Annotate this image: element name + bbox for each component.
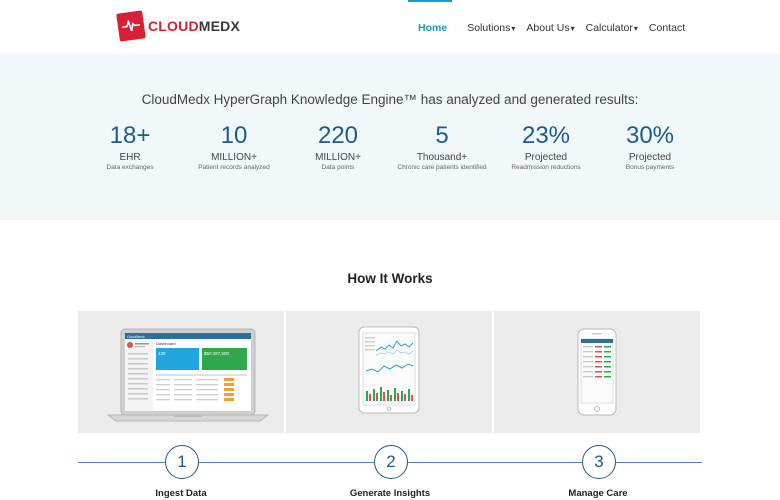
logo-text-dark: MEDX [198, 18, 241, 34]
stat-value: 30% [625, 122, 675, 149]
stat-ehr: 18+ EHR Data exchanges [75, 122, 185, 171]
stat-chronic-care: 5 Thousand+ Chronic care patients identi… [387, 122, 497, 171]
stat-unit: MILLION+ [211, 152, 257, 163]
tablet-charts-image [358, 326, 420, 414]
cloudmedx-logo[interactable]: CLOUDMEDX [116, 10, 240, 42]
nav-home-label: Home [418, 22, 448, 34]
stat-unit: MILLION+ [315, 152, 361, 163]
stat-caption: Chronic care patients identified [397, 164, 487, 171]
chevron-down-icon: ▾ [633, 23, 638, 33]
panel-generate-insights [286, 311, 492, 433]
stat-unit: Projected [628, 152, 672, 163]
mock-tile-2-value: $50 287,500 [204, 351, 230, 356]
nav-home[interactable]: Home [418, 22, 447, 34]
stat-data-points: 220 MILLION+ Data points [283, 122, 393, 171]
chevron-down-icon: ▾ [570, 23, 575, 33]
main-nav: Home Solutions ▾ About Us ▾ Calculator ▾ Co… [418, 22, 699, 34]
stat-value: 18+ [109, 122, 151, 149]
stat-caption: Data points [321, 164, 355, 171]
how-it-works-title: How It Works [347, 271, 433, 286]
results-title: CloudMedx HyperGraph Knowledge Engine™ h… [141, 92, 639, 107]
nav-about-us[interactable]: About Us ▾ [526, 22, 574, 34]
chevron-down-icon: ▾ [511, 23, 516, 33]
stat-unit: Projected [524, 152, 568, 163]
stat-caption: Bonus payments [625, 164, 675, 171]
step-1-label: Ingest Data [155, 488, 207, 499]
stat-unit: EHR [119, 152, 141, 163]
nav-solutions[interactable]: Solutions ▾ [467, 22, 515, 34]
step-1-circle: 1 [165, 445, 199, 479]
svg-text:CloudMedx: CloudMedx [127, 335, 145, 339]
nav-calculator[interactable]: Calculator ▾ [586, 22, 638, 34]
laptop-dashboard-image: CloudMedx Dashboard 135 $50 287,500 [106, 328, 270, 422]
nav-about-us-label: About Us [526, 22, 570, 34]
stat-value: 23% [521, 122, 571, 149]
phone-list-image [577, 328, 617, 416]
panel-ingest-data: CloudMedx Dashboard 135 $50 287,500 [78, 311, 284, 433]
nav-contact[interactable]: Contact [649, 22, 685, 34]
step-2-label: Generate Insights [349, 488, 431, 499]
step-3-circle: 3 [582, 445, 616, 479]
stat-value: 10 [220, 122, 248, 149]
step-3-label: Manage Care [568, 488, 628, 499]
stat-value: 5 [435, 122, 449, 149]
stat-patient-records: 10 MILLION+ Patient records analyzed [179, 122, 289, 171]
stat-value: 220 [317, 122, 359, 149]
nav-solutions-label: Solutions [467, 22, 511, 34]
panel-manage-care [494, 311, 700, 433]
nav-calculator-label: Calculator [585, 22, 633, 34]
stat-caption: Readmission reductions [511, 164, 581, 171]
logo-mark-icon [116, 10, 146, 42]
stat-unit: Thousand+ [416, 152, 468, 163]
stat-readmission: 23% Projected Readmission reductions [491, 122, 601, 171]
nav-active-indicator [408, 0, 452, 2]
mock-dashboard-title: Dashboard [156, 341, 176, 346]
stat-caption: Patient records analyzed [198, 164, 270, 171]
logo-text-red: CLOUD [148, 18, 199, 34]
logo-text: CLOUDMEDX [148, 18, 240, 34]
stat-caption: Data exchanges [106, 164, 154, 171]
results-section: CloudMedx HyperGraph Knowledge Engine™ h… [0, 54, 780, 220]
step-2-circle: 2 [374, 445, 408, 479]
site-header: CLOUDMEDX Home Solutions ▾ About Us ▾ Calc… [0, 0, 780, 54]
mock-tile-1-value: 135 [158, 351, 166, 356]
stat-bonus-payments: 30% Projected Bonus payments [595, 122, 705, 171]
nav-contact-label: Contact [648, 22, 686, 34]
